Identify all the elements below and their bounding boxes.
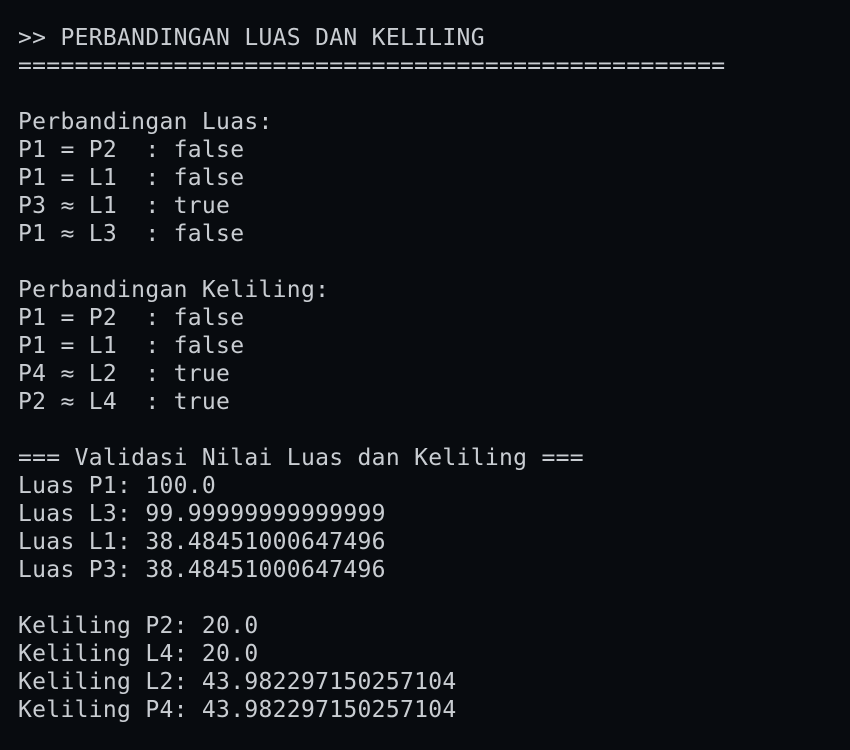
luas-value-line: Luas L1: 38.48451000647496 xyxy=(18,529,386,555)
terminal-output[interactable]: >> PERBANDINGAN LUAS DAN KELILING ======… xyxy=(0,0,850,750)
keliling-value-line: Keliling L4: 20.0 xyxy=(18,641,259,667)
luas-comparison-line: P1 = P2 : false xyxy=(18,137,245,163)
luas-section-title: Perbandingan Luas: xyxy=(18,109,273,135)
keliling-comparison-line: P4 ≈ L2 : true xyxy=(18,361,231,387)
output-separator: ========================================… xyxy=(18,53,726,79)
luas-comparison-line: P3 ≈ L1 : true xyxy=(18,193,231,219)
keliling-comparison-line: P1 = P2 : false xyxy=(18,305,245,331)
keliling-section-title: Perbandingan Keliling: xyxy=(18,277,330,303)
keliling-value-line: Keliling L2: 43.982297150257104 xyxy=(18,669,457,695)
luas-value-line: Luas P3: 38.48451000647496 xyxy=(18,557,386,583)
luas-comparison-line: P1 = L1 : false xyxy=(18,165,245,191)
keliling-value-line: Keliling P2: 20.0 xyxy=(18,613,259,639)
luas-value-line: Luas L3: 99.99999999999999 xyxy=(18,501,386,527)
keliling-comparison-line: P2 ≈ L4 : true xyxy=(18,389,231,415)
luas-comparison-line: P1 ≈ L3 : false xyxy=(18,221,245,247)
keliling-comparison-line: P1 = L1 : false xyxy=(18,333,245,359)
keliling-value-line: Keliling P4: 43.982297150257104 xyxy=(18,697,457,723)
output-header: >> PERBANDINGAN LUAS DAN KELILING xyxy=(18,25,485,51)
validasi-title: === Validasi Nilai Luas dan Keliling === xyxy=(18,445,584,471)
luas-value-line: Luas P1: 100.0 xyxy=(18,473,217,499)
